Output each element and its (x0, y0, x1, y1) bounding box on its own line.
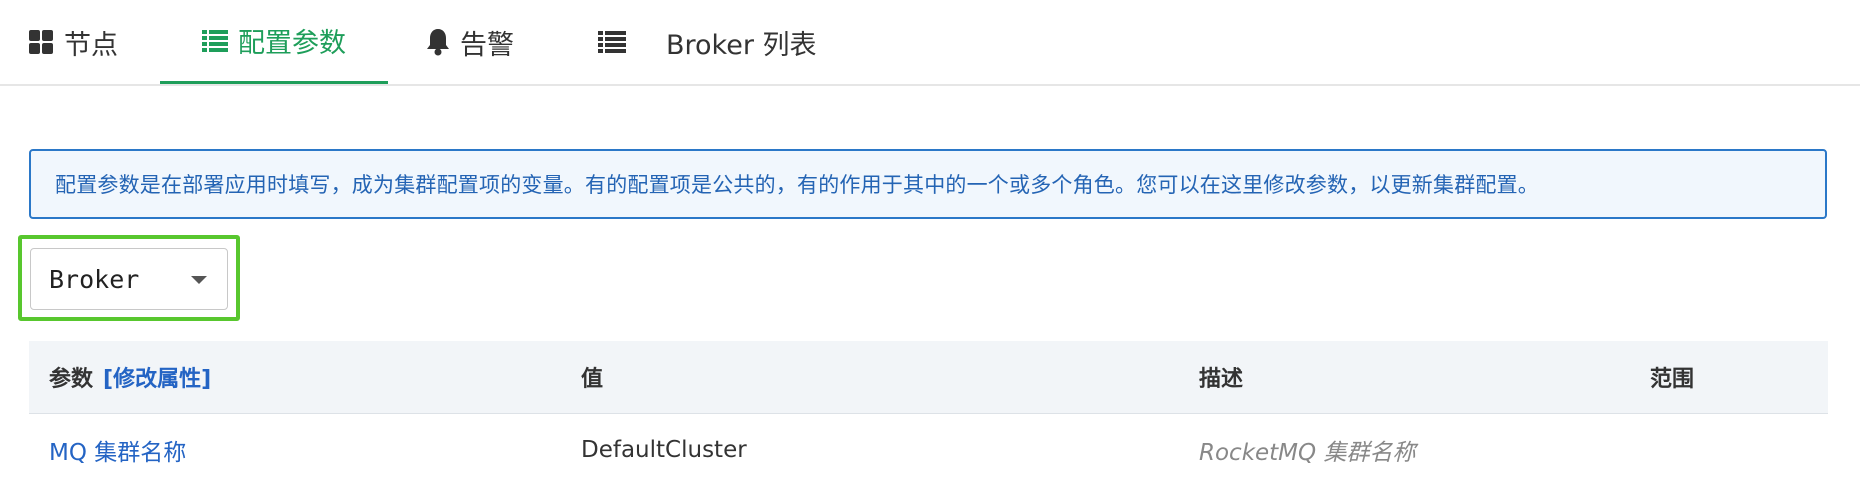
tab-label: 告警 (460, 29, 514, 61)
header-param: 参数 [修改属性] (49, 341, 211, 413)
tab-bar: 节点 配置参数 告警 Broker 列表 (0, 0, 1860, 86)
grid-icon (28, 29, 54, 55)
bell-icon (426, 28, 450, 56)
param-value: DefaultCluster (581, 437, 747, 463)
list-icon (598, 30, 626, 54)
info-text: 配置参数是在部署应用时填写，成为集群配置项的变量。有的配置项是公共的，有的作用于… (55, 173, 1539, 197)
tab-label: 配置参数 (238, 28, 346, 59)
table-header: 参数 [修改属性] 值 描述 范围 (29, 341, 1828, 414)
param-description: RocketMQ 集群名称 (1199, 440, 1416, 466)
param-name-link[interactable]: MQ 集群名称 (49, 414, 186, 486)
role-select-value: Broker (49, 264, 140, 294)
table-row: MQ 集群名称 DefaultCluster RocketMQ 集群名称 (29, 414, 1828, 486)
tab-label: Broker 列表 (666, 29, 817, 61)
tab-config-params[interactable]: 配置参数 (160, 0, 388, 84)
info-alert: 配置参数是在部署应用时填写，成为集群配置项的变量。有的配置项是公共的，有的作用于… (29, 149, 1827, 219)
tab-label: 节点 (64, 29, 118, 61)
tab-alerts[interactable]: 告警 (426, 0, 514, 84)
header-description: 描述 (1199, 367, 1244, 392)
header-param-label: 参数 (49, 367, 94, 392)
edit-attributes-link[interactable]: [修改属性] (103, 361, 211, 393)
header-value: 值 (581, 367, 604, 392)
header-scope: 范围 (1650, 367, 1695, 392)
list-icon (202, 29, 228, 53)
caret-down-icon (191, 276, 207, 284)
tab-broker-list[interactable]: Broker 列表 (598, 0, 817, 84)
role-select[interactable]: Broker (30, 248, 228, 310)
tab-nodes[interactable]: 节点 (28, 0, 118, 84)
